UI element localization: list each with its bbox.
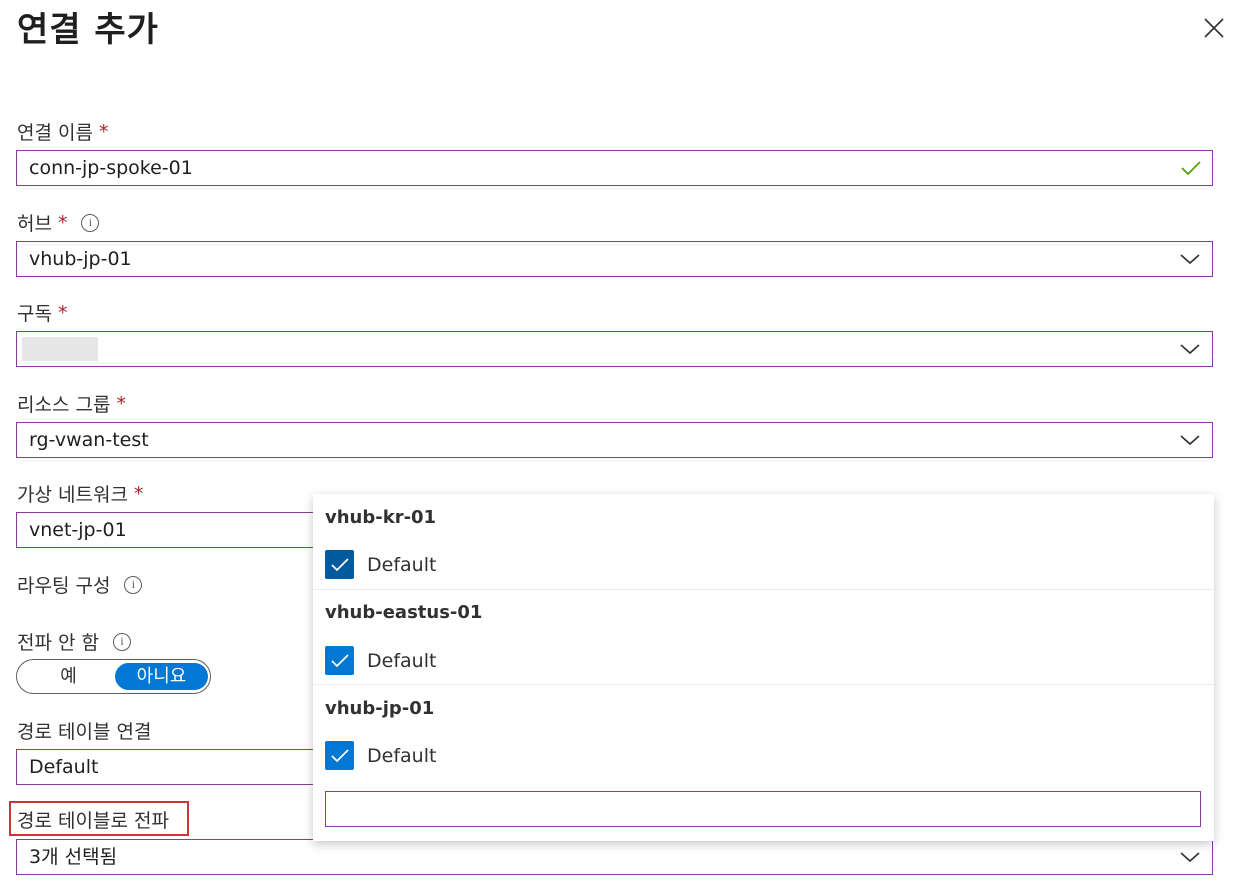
connection-name-value: conn-jp-spoke-01 [29, 157, 193, 179]
hub-value: vhub-jp-01 [29, 248, 132, 270]
option-default-vhub-eastus-01[interactable]: Default [325, 646, 436, 675]
chevron-down-icon [1180, 852, 1200, 863]
option-label: Default [367, 744, 437, 767]
propagate-route-tables-value: 3개 선택됨 [29, 846, 118, 868]
associate-route-table-label-text: 경로 테이블 연결 [17, 721, 152, 743]
required-marker: * [133, 482, 144, 505]
group-divider [313, 684, 1214, 685]
panel-title: 연결 추가 [17, 10, 159, 50]
checkbox-checked-icon[interactable] [325, 646, 354, 675]
required-marker: * [116, 392, 126, 415]
resource-group-select[interactable]: rg-vwan-test [16, 422, 1213, 458]
subscription-label-text: 구독 [17, 303, 52, 325]
required-marker: * [57, 301, 68, 324]
info-icon[interactable]: i [81, 213, 100, 232]
virtual-network-value: vnet-jp-01 [29, 519, 127, 541]
hub-label: 허브 * i [17, 209, 100, 236]
associate-route-table-value: Default [29, 756, 99, 778]
propagate-none-label-text: 전파 안 함 [17, 632, 99, 654]
propagate-route-tables-select[interactable]: 3개 선택됨 [16, 839, 1213, 875]
checkmark-icon [1181, 161, 1201, 176]
close-button[interactable] [1201, 15, 1227, 41]
propagate-none-toggle[interactable]: 예 아니요 [16, 659, 211, 694]
virtual-network-label: 가상 네트워크 * [17, 480, 143, 507]
hub-label-text: 허브 [17, 213, 52, 235]
resource-group-value: rg-vwan-test [29, 429, 149, 451]
subscription-label: 구독 * [17, 299, 67, 326]
redacted-subscription [22, 337, 98, 361]
propagate-route-tables-label: 경로 테이블로 전파 [17, 806, 169, 833]
option-label: Default [367, 553, 437, 576]
routing-config-text: 라우팅 구성 [17, 575, 111, 597]
info-icon[interactable]: i [124, 575, 143, 594]
toggle-option-no[interactable]: 아니요 [115, 663, 208, 690]
chevron-down-icon [1180, 254, 1200, 265]
option-label: Default [367, 649, 437, 672]
propagate-none-label: 전파 안 함 i [17, 628, 131, 655]
group-divider [313, 589, 1214, 590]
routing-config-heading: 라우팅 구성 i [17, 571, 143, 598]
option-default-vhub-jp-01[interactable]: Default [325, 741, 436, 770]
virtual-network-label-text: 가상 네트워크 [17, 484, 128, 506]
connection-name-label: 연결 이름 * [17, 118, 108, 145]
resource-group-label: 리소스 그룹 * [17, 390, 126, 417]
close-icon [1204, 18, 1224, 38]
resource-group-label-text: 리소스 그룹 [17, 394, 111, 416]
checkbox-checked-icon[interactable] [325, 550, 354, 579]
chevron-down-icon [1180, 344, 1200, 355]
toggle-option-yes[interactable]: 예 [21, 663, 116, 690]
chevron-down-icon [1180, 435, 1200, 446]
dropdown-filter-input[interactable] [325, 791, 1201, 827]
checkbox-checked-icon[interactable] [325, 741, 354, 770]
group-title-vhub-kr-01: vhub-kr-01 [325, 507, 437, 528]
info-icon[interactable]: i [113, 632, 131, 651]
connection-name-input[interactable]: conn-jp-spoke-01 [16, 150, 1213, 186]
route-table-dropdown: vhub-kr-01 Default vhub-eastus-01 Defaul… [313, 494, 1214, 841]
hub-select[interactable]: vhub-jp-01 [16, 241, 1213, 277]
connection-name-label-text: 연결 이름 [17, 122, 93, 144]
group-title-vhub-eastus-01: vhub-eastus-01 [325, 602, 483, 623]
subscription-select[interactable] [16, 331, 1213, 367]
required-marker: * [98, 120, 109, 143]
associate-route-table-label: 경로 테이블 연결 [17, 717, 151, 744]
group-title-vhub-jp-01: vhub-jp-01 [325, 698, 435, 719]
option-default-vhub-kr-01[interactable]: Default [325, 550, 436, 579]
propagate-route-tables-label-text: 경로 테이블로 전파 [17, 810, 169, 832]
required-marker: * [57, 211, 68, 234]
